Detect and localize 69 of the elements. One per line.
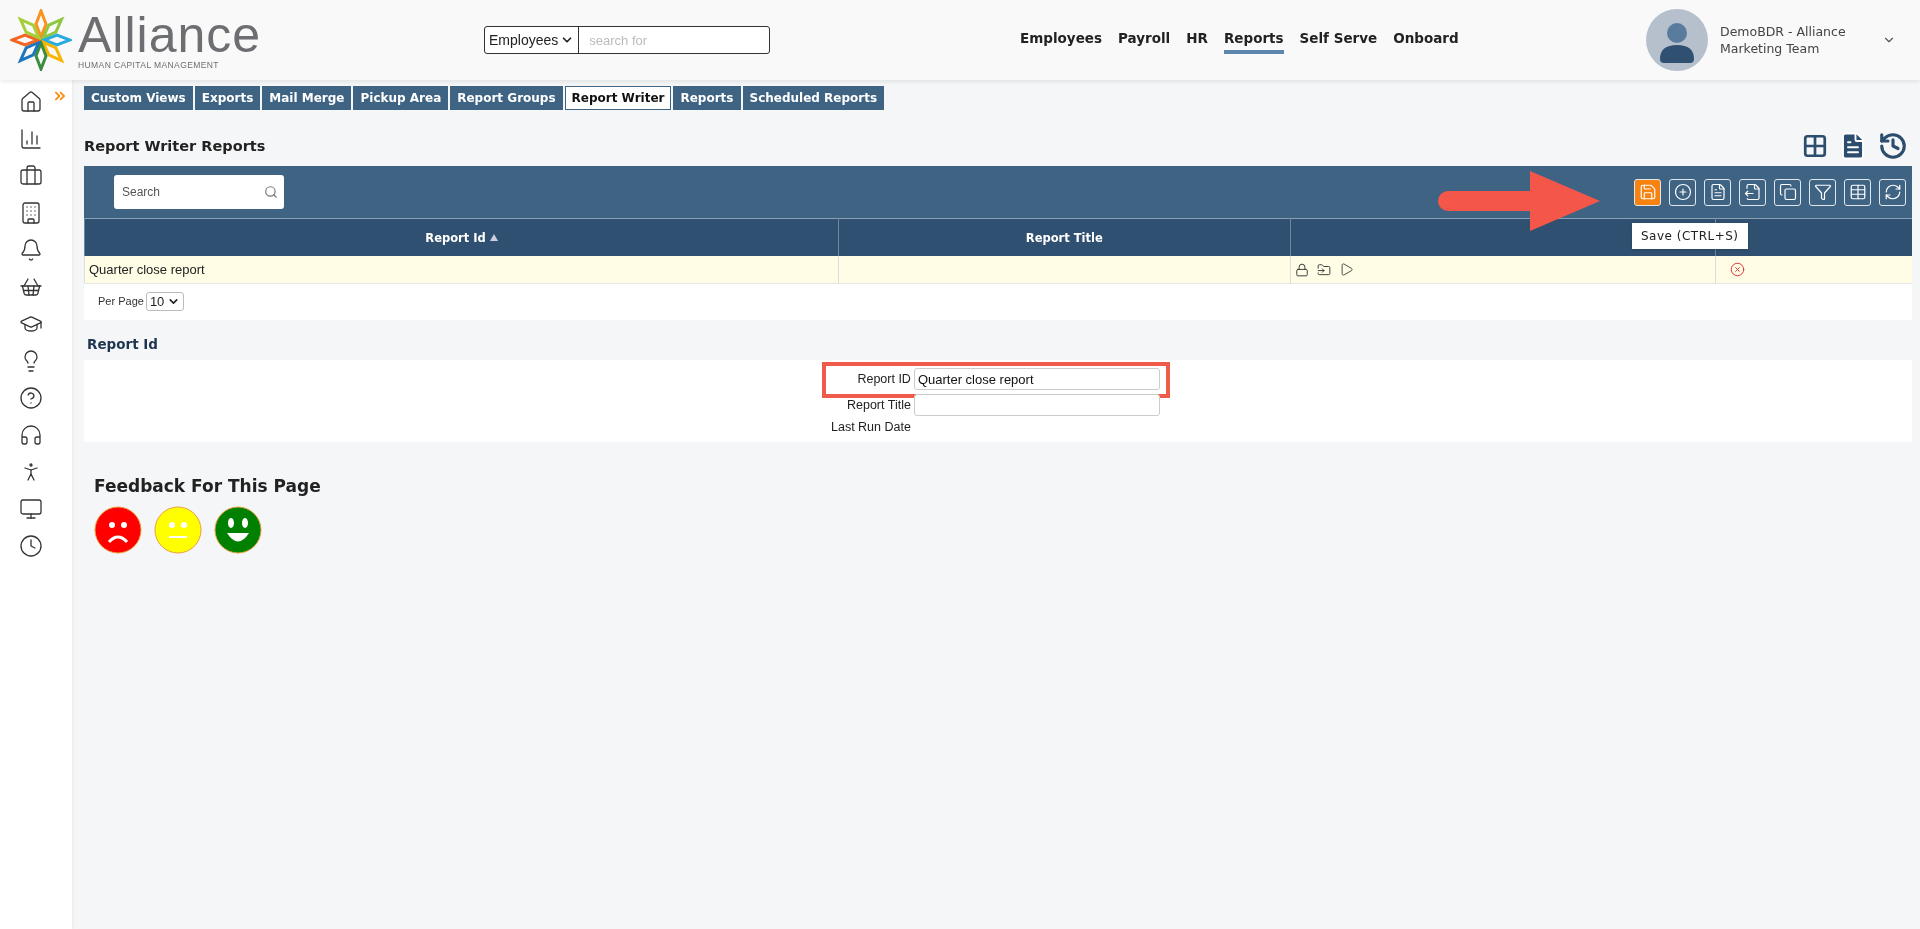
feedback-title: Feedback For This Page [94,476,322,496]
page-title: Report Writer Reports [84,138,266,154]
help-icon[interactable] [18,386,44,410]
grid-view-icon[interactable] [1802,133,1828,159]
search-input[interactable]: search for [579,27,769,53]
user-name: DemoBDR - Alliance Marketing Team [1720,23,1847,57]
folder-icon[interactable] [1316,262,1331,277]
search-icon [264,185,278,199]
lock-icon[interactable] [1294,262,1309,277]
input-field[interactable]: Quarter close report [913,368,1160,390]
field-label: Report Title [846,398,912,412]
logo-icon [10,9,72,71]
per-page-select[interactable]: 10 [145,291,185,311]
export-button[interactable] [1739,178,1766,206]
nav-link[interactable]: Employees [1020,26,1102,54]
nav-link[interactable]: Onboard [1393,26,1459,54]
happy-face-button[interactable] [214,506,262,554]
refresh-icon [1883,183,1902,201]
save-icon [1638,183,1657,201]
table-cell: Quarter close report [84,256,839,284]
tooltip: Save (CTRL+S) [1632,222,1748,249]
home-icon[interactable] [18,90,44,114]
section-title: Report Id [87,336,159,352]
column-header[interactable]: Report Id [84,218,839,256]
logo-tagline: HUMAN CAPITAL MANAGEMENT [78,60,220,70]
search-field[interactable]: Employees search for [484,26,770,54]
table-icon [1848,183,1867,201]
bell-icon[interactable] [18,238,44,262]
refresh-button[interactable] [1879,178,1906,206]
nav-link[interactable]: Payroll [1118,26,1171,54]
filter-button[interactable] [1809,178,1836,206]
delete-icon[interactable] [1730,262,1746,277]
briefcase-icon[interactable] [18,164,44,188]
logo-name: Alliance [78,10,262,60]
column-header[interactable]: Report Title [838,218,1290,256]
export-icon [1743,183,1762,201]
tab[interactable]: Pickup Area [353,86,449,110]
table-button[interactable] [1844,178,1871,206]
history-icon[interactable] [1878,131,1908,161]
document-icon [1708,183,1727,201]
nav-link[interactable]: Self Serve [1299,26,1378,54]
copy-button[interactable] [1774,178,1801,206]
field-label: Report ID [856,372,912,386]
add-icon [1673,183,1692,201]
per-page-label: Per Page [98,295,144,307]
tab[interactable]: Custom Views [84,86,193,110]
copy-icon [1778,183,1797,201]
nav-link[interactable]: Reports [1223,26,1284,54]
sad-face-button[interactable] [94,506,142,554]
tab[interactable]: Scheduled Reports [742,86,885,110]
grid-search-field[interactable]: Search [114,175,284,209]
search-scope-select[interactable]: Employees [485,27,580,53]
add-button[interactable] [1669,178,1696,206]
nav-link[interactable]: HR [1186,26,1208,54]
clock-icon[interactable] [18,534,44,558]
tab[interactable]: Report Writer [564,86,672,110]
play-icon[interactable] [1338,262,1354,277]
tab[interactable]: Exports [194,86,261,110]
save-button[interactable] [1634,178,1661,206]
field-label: Last Run Date [830,420,912,434]
avatar-icon [1646,9,1708,71]
document-button[interactable] [1704,178,1731,206]
monitor-icon[interactable] [18,497,44,521]
tab[interactable]: Report Groups [450,86,563,110]
tab[interactable]: Reports [673,86,741,110]
tab[interactable]: Mail Merge [262,86,352,110]
input-field[interactable] [913,394,1160,416]
filter-icon [1813,183,1832,201]
headphones-icon[interactable] [18,423,44,447]
